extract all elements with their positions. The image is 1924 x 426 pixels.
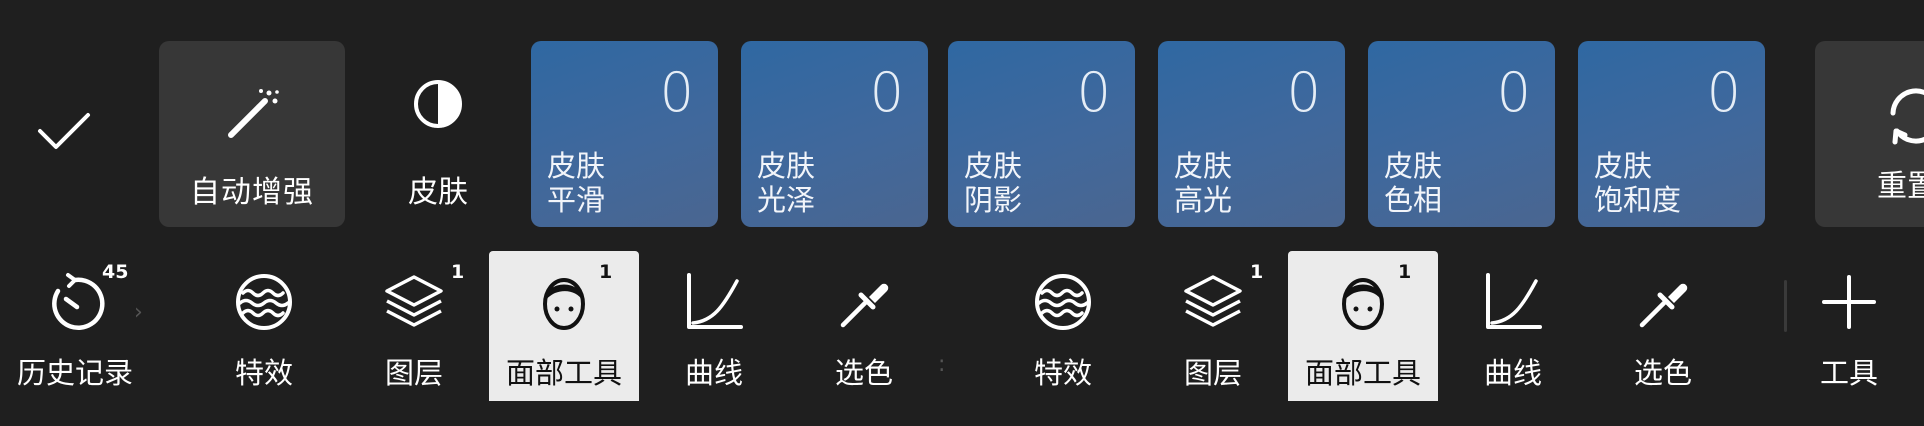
scroll-fade-glyph: : [938,352,946,377]
skin-shadow-slider[interactable]: 0 皮肤 阴影 [948,41,1135,227]
layers-icon [1184,275,1242,327]
slider-value: 0 [1706,61,1741,124]
layers-icon [385,275,443,327]
eyedropper-icon-wrap [1632,271,1694,333]
tool-layers[interactable]: 1 图层 [1138,251,1288,401]
layers-icon-wrap: 1 [1182,261,1263,333]
history-icon [52,273,105,330]
magic-wand-icon [228,89,279,138]
refresh-icon [1890,88,1924,145]
tool-all-tools[interactable]: 工具 [1774,251,1924,401]
tool-effects[interactable]: 特效 [988,251,1138,401]
face-icon-wrap: 1 [533,261,612,333]
scroll-fade-glyph: › [134,300,143,325]
tool-curves[interactable]: 曲线 [639,251,789,401]
skin-saturation-slider[interactable]: 0 皮肤 饱和度 [1578,41,1765,227]
skin-label: 皮肤 [408,175,468,210]
layers-icon-wrap: 1 [383,261,464,333]
slider-label-line2: 平滑 [547,183,606,217]
waves-icon [1035,274,1091,330]
slider-value: 0 [1286,61,1321,124]
tool-label: 面部工具 [505,356,622,390]
tool-label: 历史记录 [16,356,133,390]
reset-label: 重置 [1877,169,1924,204]
checkmark-icon [38,113,90,149]
tool-label: 面部工具 [1304,356,1421,390]
confirm-button[interactable] [28,95,98,165]
tool-history[interactable]: 45 历史记录 [0,251,150,401]
slider-value: 0 [1076,61,1111,124]
slider-value: 0 [1496,61,1531,124]
tool-label: 工具 [1819,356,1878,390]
eyedropper-icon [840,283,889,328]
slider-value: 0 [659,61,694,124]
face-icon [1342,278,1384,330]
slider-label-line2: 色相 [1384,183,1443,217]
tool-label: 特效 [1033,356,1092,390]
auto-enhance-label: 自动增强 [190,175,314,210]
face-icon [543,278,585,330]
face-icon-wrap: 1 [1332,261,1411,333]
tool-layers[interactable]: 1 图层 [339,251,489,401]
skin-hue-slider[interactable]: 0 皮肤 色相 [1368,41,1555,227]
slider-label-line2: 光泽 [757,183,816,217]
tool-label: 选色 [1633,356,1692,390]
skin-button[interactable]: 皮肤 [400,41,476,227]
auto-enhance-button[interactable]: 自动增强 [159,41,345,227]
slider-value: 0 [869,61,904,124]
effects-icon-wrap [1032,271,1094,333]
curves-icon-wrap [1482,271,1544,333]
curve-icon [1486,273,1542,329]
slider-label-line2: 饱和度 [1594,183,1682,217]
plus-icon [1822,275,1876,329]
curve-icon [687,273,743,329]
eyedropper-icon-wrap [833,271,895,333]
skin-gloss-slider[interactable]: 0 皮肤 光泽 [741,41,928,227]
contrast-icon [414,80,462,128]
skin-highlight-slider[interactable]: 0 皮肤 高光 [1158,41,1345,227]
layers-count-badge: 1 [451,261,465,283]
tool-label: 特效 [234,356,293,390]
tool-select-color[interactable]: 选色 [1588,251,1738,401]
tool-label: 曲线 [1483,356,1542,390]
face-count-badge: 1 [599,261,613,283]
face-count-badge: 1 [1398,261,1412,283]
history-icon-wrap: 45 [44,261,128,333]
tool-label: 选色 [834,356,893,390]
tool-effects[interactable]: 特效 [189,251,339,401]
layers-count-badge: 1 [1250,261,1264,283]
waves-icon [236,274,292,330]
slider-label-line2: 阴影 [964,183,1023,217]
tool-select-color[interactable]: 选色 [789,251,939,401]
tool-label: 图层 [384,356,443,390]
history-count-badge: 45 [102,261,129,283]
skin-smooth-slider[interactable]: 0 皮肤 平滑 [531,41,718,227]
reset-button[interactable]: 重置 [1815,41,1924,227]
tool-face-tools[interactable]: 1 面部工具 [489,251,639,401]
slider-label-line2: 高光 [1174,183,1233,217]
curves-icon-wrap [683,271,745,333]
plus-icon-wrap [1818,271,1880,333]
tool-face-tools[interactable]: 1 面部工具 [1288,251,1438,401]
effects-icon-wrap [233,271,295,333]
tool-label: 图层 [1183,356,1242,390]
eyedropper-icon [1639,283,1688,328]
tool-label: 曲线 [684,356,743,390]
tool-curves[interactable]: 曲线 [1438,251,1588,401]
